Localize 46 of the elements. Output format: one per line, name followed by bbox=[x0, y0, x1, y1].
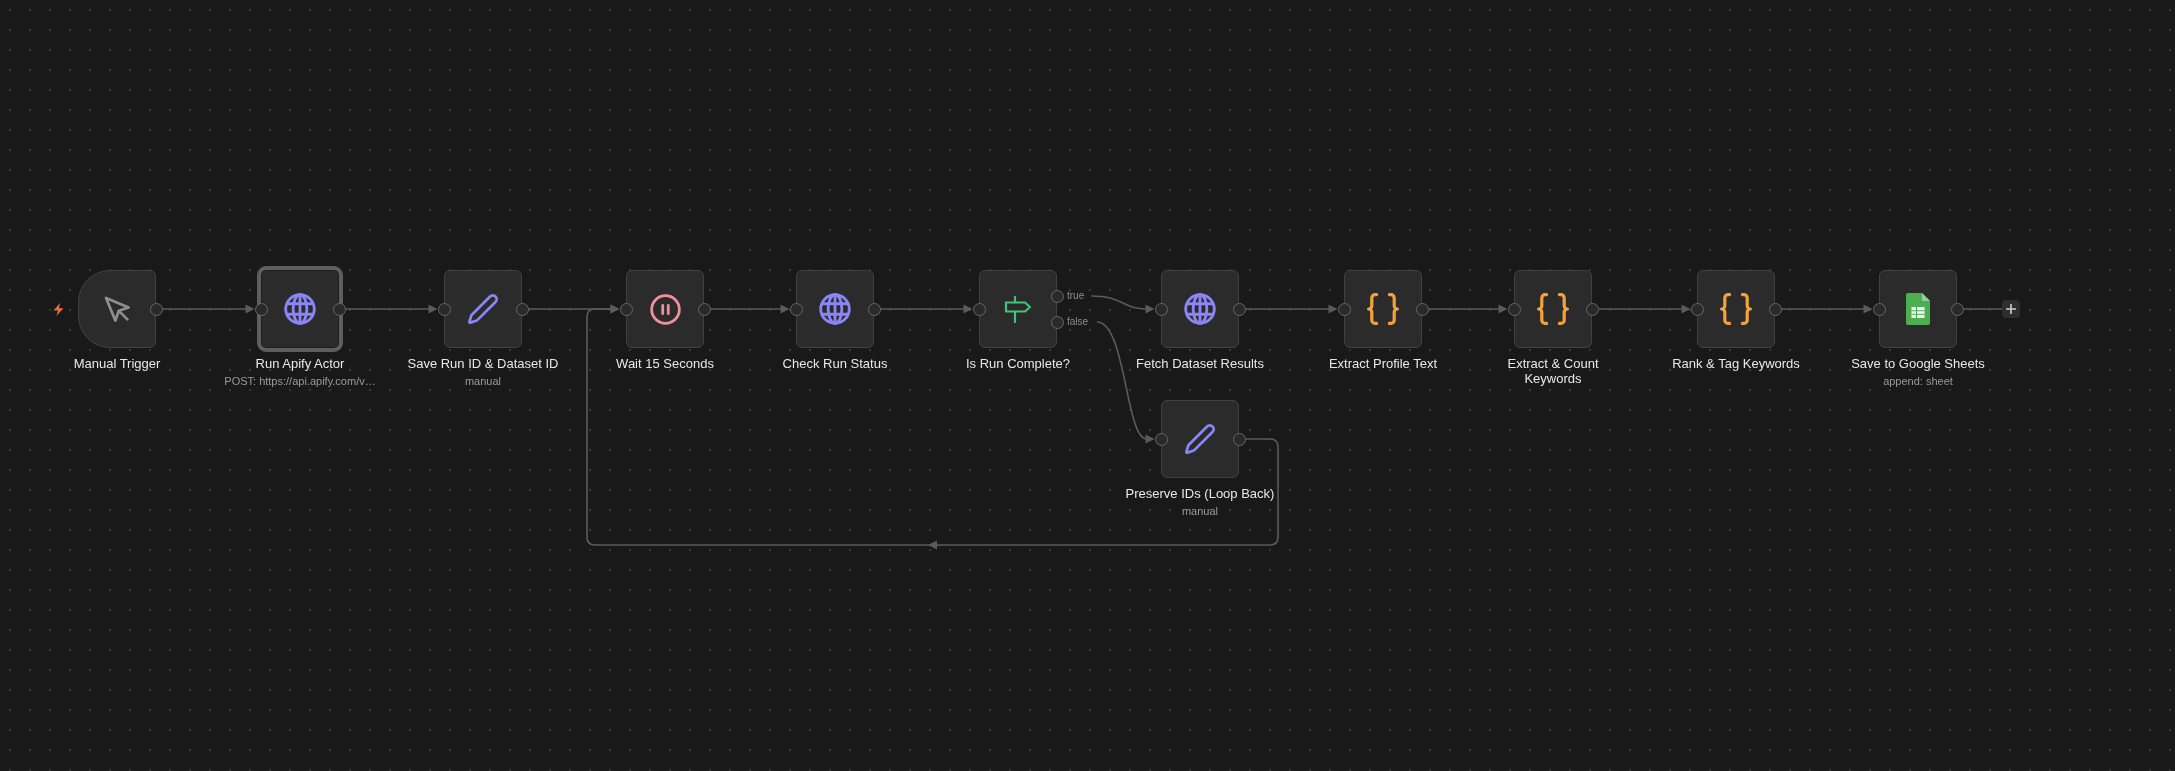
connector-line bbox=[1962, 308, 2003, 310]
node-title: Manual Trigger bbox=[73, 356, 161, 371]
workflow-node[interactable] bbox=[979, 270, 1057, 348]
workflow-node[interactable] bbox=[1514, 270, 1592, 348]
workflow-node[interactable] bbox=[78, 270, 156, 348]
node-title: Wait 15 Seconds bbox=[616, 356, 714, 371]
signpost-icon bbox=[1004, 295, 1032, 323]
node-subtitle: manual bbox=[464, 374, 502, 388]
workflow-node[interactable] bbox=[1161, 270, 1239, 348]
node-subtitle: manual bbox=[1181, 504, 1219, 518]
node-subtitle: POST: https://api.apify.com/v… bbox=[224, 374, 376, 388]
workflow-node[interactable] bbox=[626, 270, 704, 348]
workflow-node[interactable] bbox=[1879, 270, 1957, 348]
workflow-node[interactable] bbox=[1697, 270, 1775, 348]
workflow-node[interactable] bbox=[444, 270, 522, 348]
pencil-icon bbox=[468, 294, 498, 324]
globe-icon bbox=[819, 293, 851, 325]
braces-icon bbox=[1720, 293, 1752, 325]
globe-icon bbox=[1184, 293, 1216, 325]
output-label: true bbox=[1067, 289, 1085, 303]
node-title: Check Run Status bbox=[782, 356, 888, 371]
node-title: Save Run ID & Dataset ID bbox=[407, 356, 559, 371]
workflow-node[interactable] bbox=[1344, 270, 1422, 348]
node-title: Preserve IDs (Loop Back) bbox=[1125, 486, 1275, 501]
workflow-node[interactable] bbox=[796, 270, 874, 348]
braces-icon bbox=[1537, 293, 1569, 325]
spreadsheet-icon bbox=[1906, 293, 1930, 325]
lightning-icon bbox=[53, 302, 64, 316]
node-title: Extract Profile Text bbox=[1328, 356, 1438, 371]
output-label: false bbox=[1067, 315, 1089, 329]
node-title: Fetch Dataset Results bbox=[1136, 356, 1264, 371]
workflow-node[interactable] bbox=[257, 266, 343, 352]
node-title: Is Run Complete? bbox=[965, 356, 1071, 371]
node-subtitle: append: sheet bbox=[1883, 374, 1953, 388]
cursor-icon bbox=[104, 296, 130, 322]
globe-icon bbox=[284, 293, 316, 325]
pencil-icon bbox=[1185, 424, 1215, 454]
node-title: Run Apify Actor bbox=[255, 356, 345, 371]
node-title: Extract & Count Keywords bbox=[1507, 356, 1599, 386]
add-node-button[interactable] bbox=[2002, 300, 2020, 318]
plus-icon bbox=[2006, 304, 2016, 314]
workflow-node[interactable] bbox=[1161, 400, 1239, 478]
node-title: Save to Google Sheets bbox=[1851, 356, 1985, 371]
pause-icon bbox=[649, 293, 681, 325]
braces-icon bbox=[1367, 293, 1399, 325]
node-title: Rank & Tag Keywords bbox=[1672, 356, 1800, 371]
